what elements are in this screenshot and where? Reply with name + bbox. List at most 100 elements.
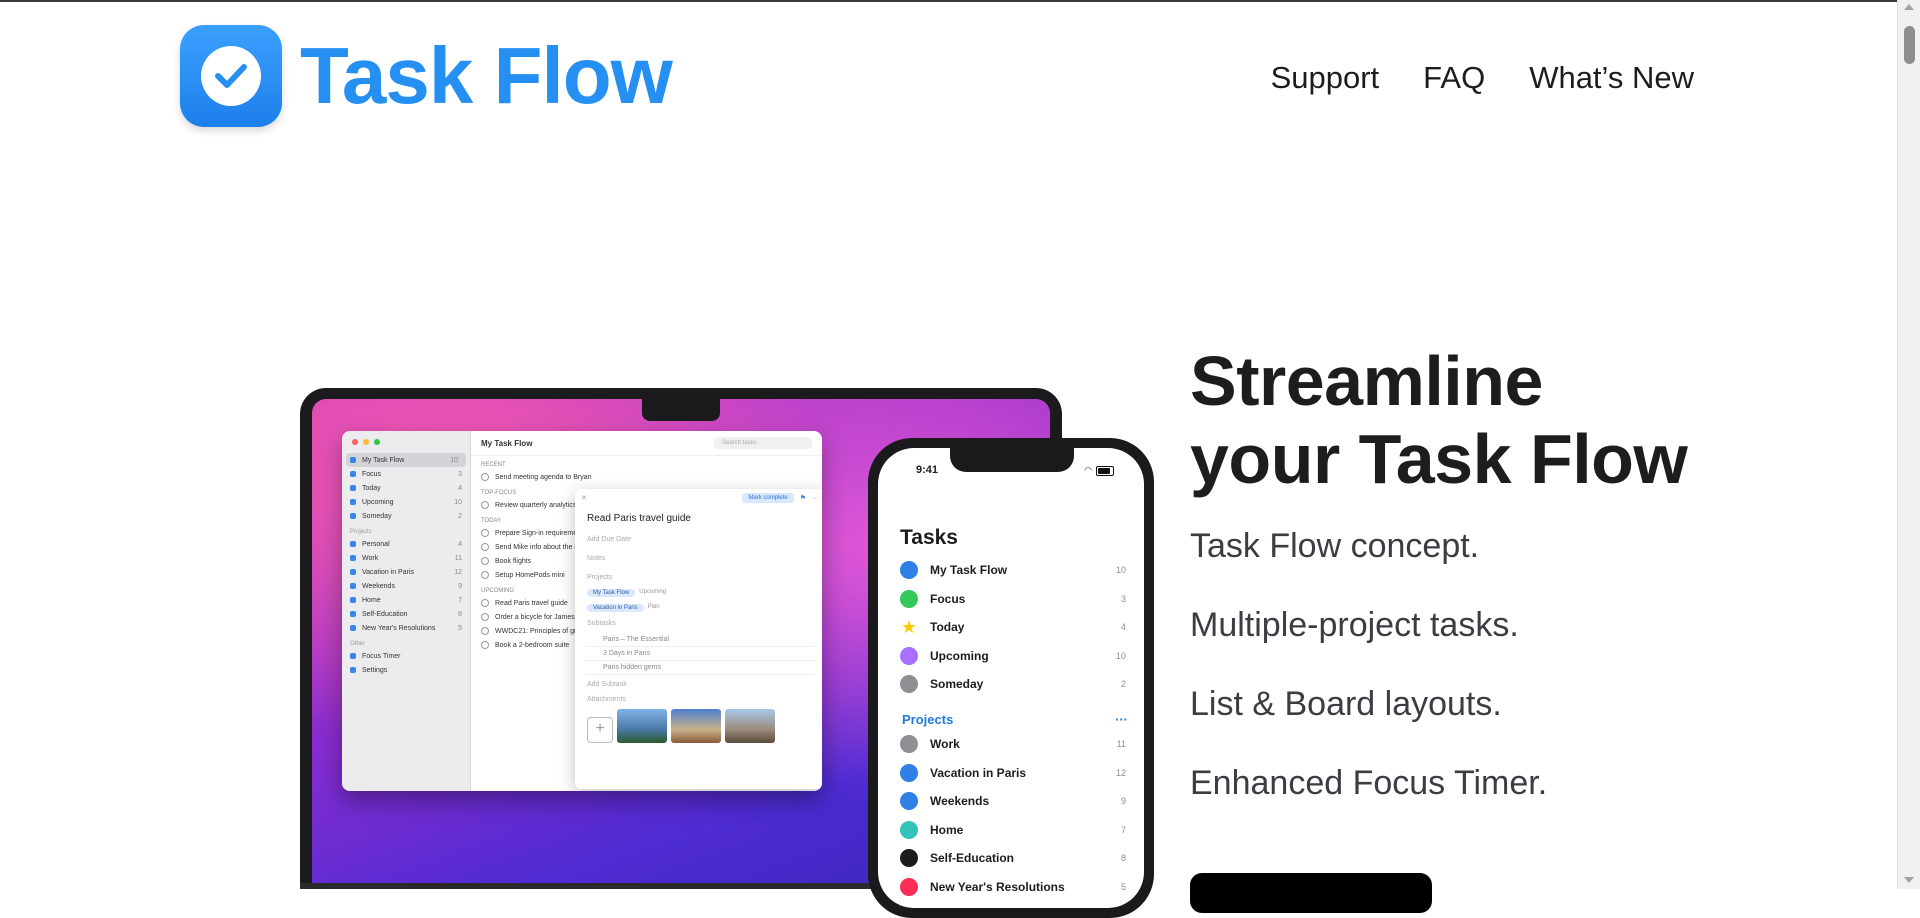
sidebar-item[interactable]: My Task Flow 10	[346, 453, 466, 467]
mark-complete-button[interactable]: Mark complete	[742, 493, 794, 503]
task-checkbox[interactable]	[481, 599, 489, 607]
subtask-item[interactable]: Paris – The Essential	[585, 633, 815, 647]
phone-item-label: My Task Flow	[930, 563, 1008, 578]
phone-list-item[interactable]: Weekends 9	[900, 787, 1126, 816]
sidebar-item-icon	[350, 457, 356, 463]
briefcase-icon	[900, 735, 918, 754]
phone-list-item[interactable]: Vacation in Paris 12	[900, 759, 1126, 788]
close-icon[interactable]: ✕	[581, 494, 587, 502]
feature-item: Enhanced Focus Timer.	[1190, 764, 1548, 802]
phone-list-item[interactable]: Home 7	[900, 816, 1126, 845]
phone-list-item[interactable]: Self-Education 8	[900, 844, 1126, 873]
add-due-date[interactable]: Add Due Date	[575, 530, 822, 549]
sidebar-item-label: Upcoming	[362, 498, 394, 506]
phone-title: Tasks	[900, 526, 958, 549]
phone-list-item[interactable]: Work 11	[900, 730, 1126, 759]
sidebar-item-count: 9	[458, 582, 462, 590]
flag-icon[interactable]: ⚑	[800, 494, 806, 502]
sidebar-item-count: 7	[458, 596, 462, 604]
phone-list-item[interactable]: Someday 2	[900, 670, 1126, 699]
task-checkbox[interactable]	[481, 641, 489, 649]
attachment-thumbnail[interactable]	[617, 709, 667, 743]
project-chip[interactable]: My Task Flow	[587, 589, 636, 597]
task-checkbox[interactable]	[481, 473, 489, 481]
sidebar-item-count: 8	[458, 610, 462, 618]
phone-list-item[interactable]: Upcoming 10	[900, 642, 1126, 671]
sidebar-item-icon	[350, 513, 356, 519]
iphone-mockup: 9:41 ◠ Tasks My Task Flow 10 Focus 3 ★ Today 4…	[868, 438, 1154, 918]
more-icon[interactable]: ···	[1115, 712, 1128, 727]
task-checkbox[interactable]	[481, 529, 489, 537]
task-checkbox[interactable]	[481, 501, 489, 509]
scroll-down-icon[interactable]	[1904, 877, 1914, 883]
sidebar-item[interactable]: New Year's Resolutions 5	[342, 621, 470, 635]
mac-search-field[interactable]: Search tasks	[714, 437, 812, 449]
app-store-button[interactable]	[1190, 873, 1432, 913]
sidebar-item[interactable]: Weekends 9	[342, 579, 470, 593]
phone-list-item[interactable]: New Year's Resolutions 5	[900, 873, 1126, 902]
project-status[interactable]: Plan	[648, 604, 660, 612]
scroll-thumb[interactable]	[1904, 26, 1915, 64]
phone-list-item[interactable]: ★ Today 4	[900, 613, 1126, 642]
task-checkbox[interactable]	[481, 571, 489, 579]
sidebar-item[interactable]: Personal 4	[342, 537, 470, 551]
attachment-thumbnail[interactable]	[671, 709, 721, 743]
task-row[interactable]: Send meeting agenda to Bryan	[471, 470, 822, 484]
subtask-item[interactable]: Paris hidden gems	[585, 661, 815, 675]
task-checkbox[interactable]	[481, 627, 489, 635]
sidebar-item[interactable]: Upcoming 10	[342, 495, 470, 509]
phone-item-label: Upcoming	[930, 648, 989, 663]
attachments-label: Attachments	[587, 696, 626, 703]
feature-list: Task Flow concept. Multiple-project task…	[1190, 526, 1690, 842]
task-label: Book flights	[495, 557, 532, 565]
sidebar-item-icon	[350, 667, 356, 673]
scrollbar[interactable]	[1897, 0, 1920, 889]
logo-link[interactable]: Task Flow	[180, 25, 673, 127]
task-label: WWDC21: Principles of gr	[495, 627, 577, 635]
attachment-thumbnail[interactable]	[725, 709, 775, 743]
subtask-item[interactable]: 3 Days in Paris	[585, 647, 815, 661]
phone-item-count: 12	[1115, 767, 1126, 778]
sidebar-item[interactable]: Today 4	[342, 481, 470, 495]
sidebar-item[interactable]: Vacation in Paris 12	[342, 565, 470, 579]
sidebar-item[interactable]: Self-Education 8	[342, 607, 470, 621]
top-nav: Support FAQ What’s New	[1271, 60, 1694, 96]
sidebar-item-label: Weekends	[362, 582, 395, 590]
sidebar-item-icon	[350, 625, 356, 631]
phone-list-item[interactable]: Focus 3	[900, 585, 1126, 614]
sidebar-item-label: Personal	[362, 540, 390, 548]
phone-list-item[interactable]: My Task Flow 10	[900, 556, 1126, 585]
sidebar-item-count: 4	[458, 484, 462, 492]
logo-text: Task Flow	[300, 31, 673, 120]
sidebar-item[interactable]: Work 11	[342, 551, 470, 565]
phone-main-list: My Task Flow 10 Focus 3 ★ Today 4 Upcoming 10 Som…	[900, 556, 1126, 699]
phone-item-label: Weekends	[930, 794, 990, 809]
archive-icon	[900, 675, 918, 694]
notes-field[interactable]: Notes	[575, 549, 822, 568]
project-status[interactable]: Upcoming	[639, 589, 666, 597]
add-attachment-icon[interactable]: +	[587, 717, 613, 743]
phone-projects-heading: Projects	[902, 712, 954, 727]
sidebar-item[interactable]: Someday 2	[342, 509, 470, 523]
task-checkbox[interactable]	[481, 613, 489, 621]
nav-whats-new[interactable]: What’s New	[1529, 60, 1694, 96]
task-checkbox[interactable]	[481, 557, 489, 565]
nav-support[interactable]: Support	[1271, 60, 1380, 96]
task-checkbox[interactable]	[481, 543, 489, 551]
add-subtask[interactable]: Add Subtask	[575, 675, 822, 694]
sidebar-item-label: Vacation in Paris	[362, 568, 415, 576]
sidebar-item-count: 5	[458, 624, 462, 632]
wifi-icon: ◠	[1084, 465, 1092, 475]
sidebar-item[interactable]: Focus Timer	[342, 649, 470, 663]
sidebar-item[interactable]: Settings	[342, 663, 470, 677]
scroll-up-icon[interactable]	[1904, 4, 1914, 10]
sidebar-item[interactable]: Focus 3	[342, 467, 470, 481]
task-label: Prepare Sign-in requirements	[495, 529, 587, 537]
window-top-border	[0, 0, 1898, 2]
sidebar-item[interactable]: Home 7	[342, 593, 470, 607]
project-chip[interactable]: Vacation in Paris	[587, 604, 644, 612]
nav-faq[interactable]: FAQ	[1423, 60, 1485, 96]
more-icon[interactable]: ···	[812, 495, 819, 502]
popup-task-title[interactable]: Read Paris travel guide	[575, 507, 822, 530]
phone-item-count: 3	[1120, 593, 1126, 604]
